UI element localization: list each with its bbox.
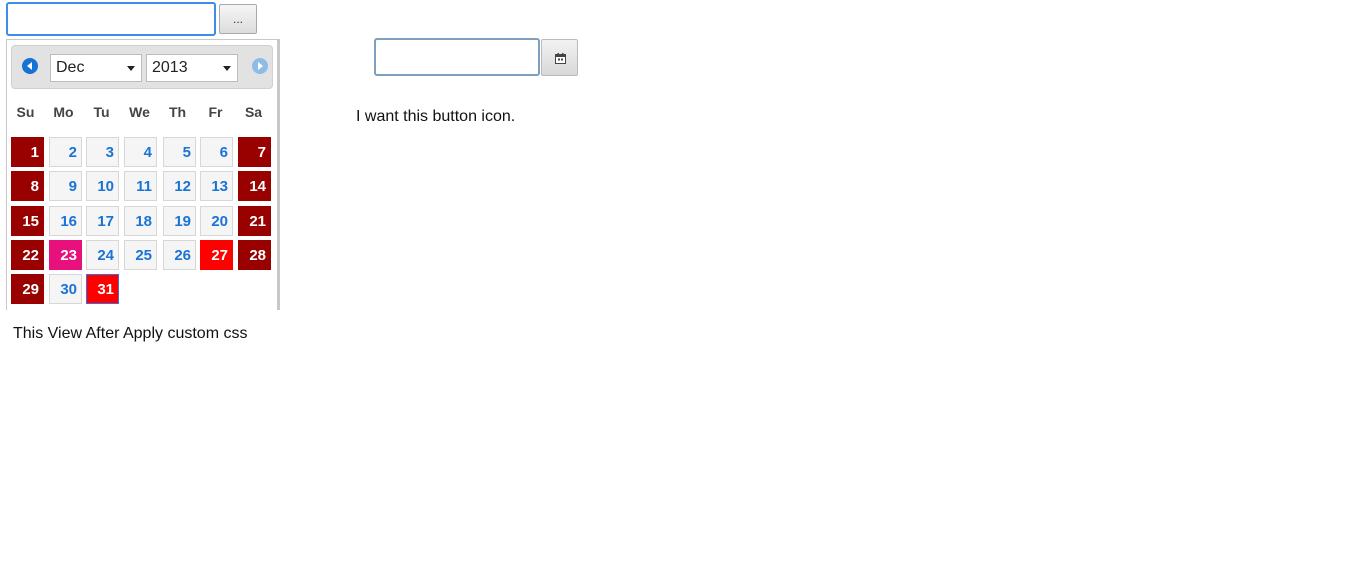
date-input-desired[interactable]: [374, 38, 540, 76]
calendar-icon: [555, 53, 566, 64]
day-cell[interactable]: 2: [49, 137, 82, 167]
day-cell[interactable]: 23: [49, 240, 82, 270]
day-cell[interactable]: 29: [11, 274, 44, 304]
weekday-label: Su: [16, 104, 35, 120]
day-cell[interactable]: 20: [200, 206, 233, 236]
day-cell[interactable]: 18: [124, 206, 157, 236]
day-cell[interactable]: 22: [11, 240, 44, 270]
open-datepicker-button[interactable]: ...: [219, 4, 257, 34]
day-cell[interactable]: 28: [238, 240, 271, 270]
day-cell[interactable]: 12: [163, 171, 196, 201]
weekday-label: We: [129, 104, 150, 120]
day-cell[interactable]: 10: [86, 171, 119, 201]
prev-arrow-icon[interactable]: [22, 58, 38, 74]
weekday-header-row: Su Mo Tu We Th Fr Sa: [7, 100, 277, 124]
day-cell[interactable]: 5: [163, 137, 196, 167]
day-cell[interactable]: 25: [124, 240, 157, 270]
day-cell[interactable]: 17: [86, 206, 119, 236]
chevron-down-icon: [127, 66, 135, 71]
day-cell[interactable]: 24: [86, 240, 119, 270]
caption-right: I want this button icon.: [356, 108, 516, 125]
caption-left: This View After Apply custom css: [13, 325, 248, 342]
day-cell[interactable]: 27: [200, 240, 233, 270]
day-cell[interactable]: 26: [163, 240, 196, 270]
day-cell[interactable]: 21: [238, 206, 271, 236]
day-cell[interactable]: 3: [86, 137, 119, 167]
day-cell[interactable]: 9: [49, 171, 82, 201]
day-cell[interactable]: 1: [11, 137, 44, 167]
weekday-label: Th: [168, 104, 187, 120]
year-select-value: 2013: [152, 59, 188, 76]
datepicker-panel: Dec 2013 Su Mo Tu We Th Fr Sa 1 2 3 4 5 6 7 8 9 10 11 12 1…: [6, 39, 280, 310]
day-cell[interactable]: 14: [238, 171, 271, 201]
day-cell[interactable]: 4: [124, 137, 157, 167]
next-arrow-icon[interactable]: [252, 58, 268, 74]
calendar-button[interactable]: [541, 39, 578, 76]
date-input[interactable]: [6, 2, 216, 36]
day-cell[interactable]: 6: [200, 137, 233, 167]
day-cell[interactable]: 13: [200, 171, 233, 201]
day-cell[interactable]: 30: [49, 274, 82, 304]
weekday-label: Mo: [53, 104, 74, 120]
day-cell[interactable]: 11: [124, 171, 157, 201]
weekday-label: Fr: [208, 104, 223, 120]
day-cell[interactable]: 31: [86, 274, 119, 304]
day-cell[interactable]: 15: [11, 206, 44, 236]
day-cell[interactable]: 19: [163, 206, 196, 236]
chevron-down-icon: [223, 66, 231, 71]
day-cell[interactable]: 8: [11, 171, 44, 201]
datepicker-header: Dec 2013: [11, 45, 273, 89]
year-select[interactable]: 2013: [146, 54, 238, 82]
month-select[interactable]: Dec: [50, 54, 142, 82]
month-select-value: Dec: [56, 59, 85, 76]
weekday-label: Sa: [244, 104, 263, 120]
day-cell[interactable]: 16: [49, 206, 82, 236]
day-cell[interactable]: 7: [238, 137, 271, 167]
weekday-label: Tu: [93, 104, 110, 120]
